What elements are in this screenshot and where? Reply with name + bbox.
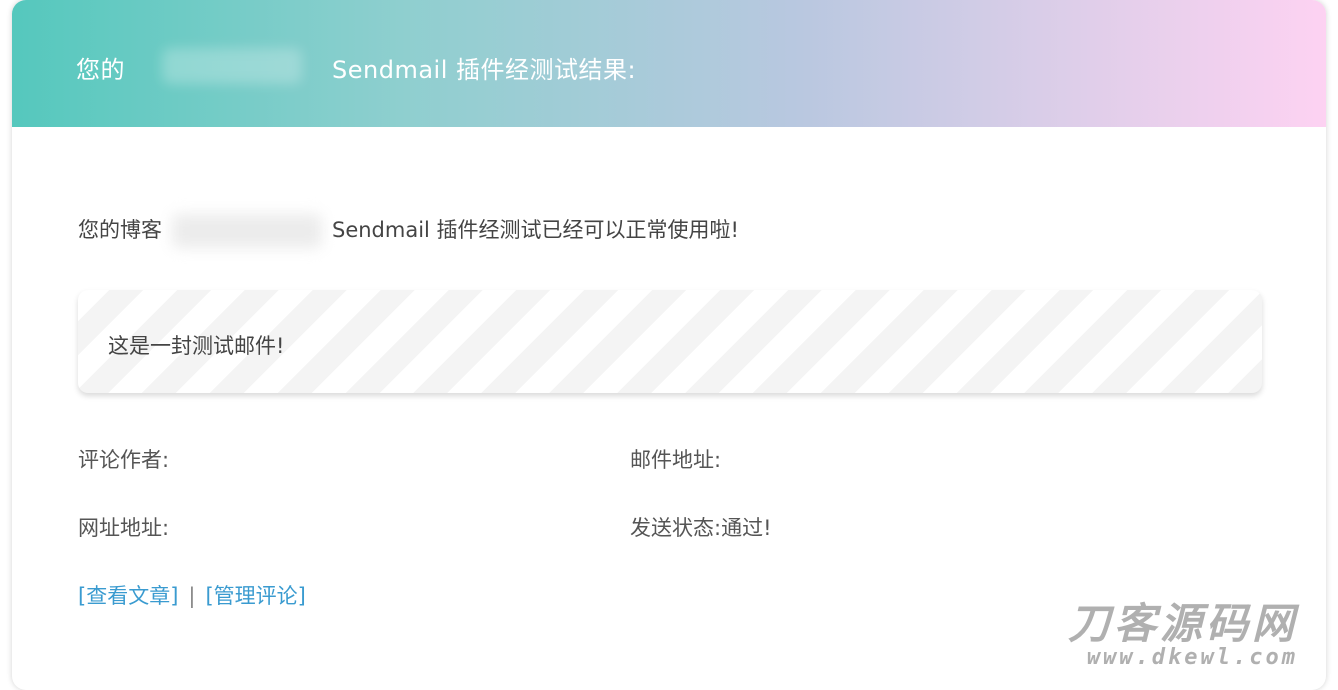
header-title: Sendmail 插件经测试结果:: [332, 56, 637, 84]
watermark-url: www.dkewl.com: [1086, 645, 1298, 670]
action-links: [查看文章] | [管理评论]: [78, 580, 306, 610]
blurred-blog-name-inline: [172, 214, 322, 248]
manage-comments-link[interactable]: [管理评论]: [205, 584, 305, 608]
link-separator: |: [188, 584, 196, 608]
send-status-row: 发送状态:通过!: [630, 512, 772, 542]
site-watermark: 刀客源码网 www.dkewl.com: [1068, 603, 1298, 671]
email-address-label: 邮件地址:: [630, 448, 722, 472]
header-prefix: 您的: [76, 56, 125, 84]
intro-prefix: 您的博客: [78, 218, 162, 242]
email-card: 您的 Sendmail 插件经测试结果: 您的博客 Sendmail 插件经测试已…: [12, 0, 1326, 690]
intro-suffix: Sendmail 插件经测试已经可以正常使用啦!: [332, 218, 739, 242]
message-text: 这是一封测试邮件!: [108, 334, 285, 358]
comment-author-label: 评论作者:: [78, 448, 170, 472]
view-post-link[interactable]: [查看文章]: [78, 584, 178, 608]
website-url-row: 网址地址:: [78, 512, 169, 542]
website-url-label: 网址地址:: [78, 516, 170, 540]
send-status-label: 发送状态:: [630, 516, 722, 540]
watermark-text: 刀客源码网: [1067, 599, 1298, 648]
message-box: 这是一封测试邮件!: [78, 290, 1262, 393]
comment-author-row: 评论作者:: [78, 444, 169, 474]
blurred-blog-name: [162, 48, 302, 84]
email-address-row: 邮件地址:: [630, 444, 721, 474]
intro-line: 您的博客 Sendmail 插件经测试已经可以正常使用啦!: [78, 214, 739, 248]
email-header: 您的 Sendmail 插件经测试结果:: [12, 0, 1326, 127]
send-status-value: 通过!: [721, 516, 772, 540]
